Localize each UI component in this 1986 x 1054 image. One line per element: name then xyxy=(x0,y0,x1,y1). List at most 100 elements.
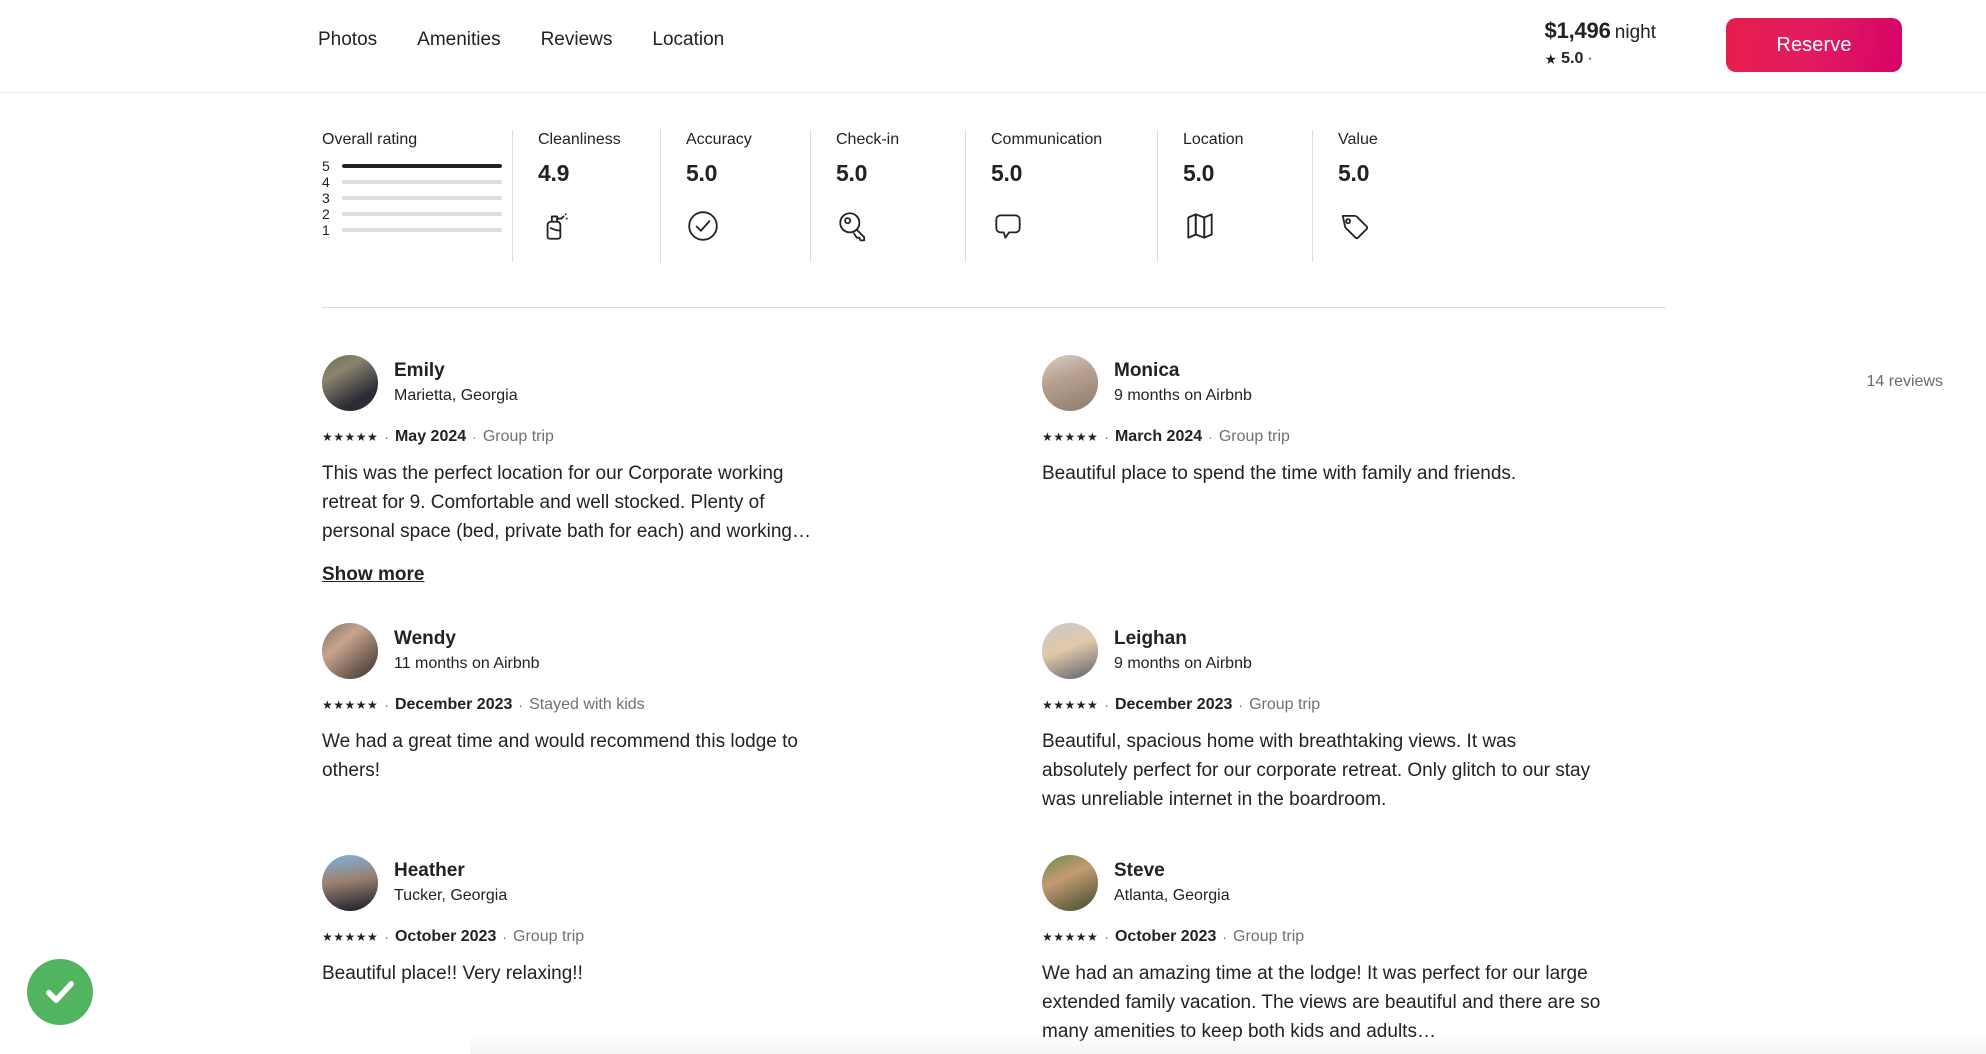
category-score: 5.0 xyxy=(1338,160,1370,186)
category-score: 5.0 xyxy=(836,160,868,186)
reviews-grid: Emily Marietta, Georgia ★★★★★ · May 2024… xyxy=(322,355,1666,1046)
rating-bar-row: 2 xyxy=(322,206,502,222)
review-header: Monica 9 months on Airbnb xyxy=(1042,355,1666,411)
rating-summary: ★ 5.0 · 14 reviews xyxy=(1545,49,1943,390)
review-header: Heather Tucker, Georgia xyxy=(322,855,946,911)
reviewer-name: Monica xyxy=(1114,360,1180,381)
review-card: Wendy 11 months on Airbnb ★★★★★ · Decemb… xyxy=(322,623,946,855)
rating-bar-row: 4 xyxy=(322,174,502,190)
meta-separator: · xyxy=(384,429,389,445)
rating-category-accuracy: Accuracy 5.0 xyxy=(660,130,810,265)
success-check-icon xyxy=(46,981,74,1003)
reviewer-subtitle: 9 months on Airbnb xyxy=(1114,387,1252,404)
rating-bar-row: 1 xyxy=(322,222,502,238)
check-circle-icon xyxy=(686,209,720,243)
review-card: Heather Tucker, Georgia ★★★★★ · October … xyxy=(322,855,946,1046)
meta-separator: · xyxy=(384,697,389,713)
overall-rating-title: Overall rating xyxy=(322,131,418,148)
meta-separator: · xyxy=(1222,929,1228,945)
category-title: Communication xyxy=(991,131,1103,148)
review-card: Steve Atlanta, Georgia ★★★★★ · October 2… xyxy=(1042,855,1666,1046)
show-more-button[interactable]: Show more xyxy=(322,564,424,586)
rating-category-location: Location 5.0 xyxy=(1157,130,1312,265)
spray-bottle-icon xyxy=(538,209,572,243)
rating-bar-track xyxy=(342,212,502,216)
review-date: October 2023 xyxy=(394,928,497,945)
review-meta: ★★★★★ · December 2023 · Stayed with kids xyxy=(322,695,946,715)
meta-separator: · xyxy=(1208,429,1213,445)
review-date: May 2024 xyxy=(394,428,467,445)
nav-link-photos[interactable]: Photos xyxy=(318,28,377,52)
reserve-button[interactable]: Reserve xyxy=(1726,18,1902,72)
meta-separator: · xyxy=(1587,49,1593,67)
reviewer-subtitle: Marietta, Georgia xyxy=(394,387,518,404)
listing-reviews-page: Photos Amenities Reviews Location $1,496… xyxy=(0,0,1986,1054)
rating-bar-label: 4 xyxy=(322,174,330,190)
reviewer-identity: Wendy 11 months on Airbnb xyxy=(394,627,540,675)
meta-separator: · xyxy=(1238,697,1244,713)
avatar[interactable] xyxy=(1042,855,1098,911)
avatar[interactable] xyxy=(322,355,378,411)
price-summary: $1,496 night ★ 5.0 · 14 reviews xyxy=(1545,18,1943,390)
nav-link-location[interactable]: Location xyxy=(652,28,724,52)
price-tag-icon xyxy=(1338,209,1372,243)
reviewer-subtitle: 9 months on Airbnb xyxy=(1114,655,1252,672)
avatar[interactable] xyxy=(1042,355,1098,411)
review-trip-type: Group trip xyxy=(1249,696,1321,713)
review-header: Steve Atlanta, Georgia xyxy=(1042,855,1666,911)
category-score: 4.9 xyxy=(538,160,570,186)
review-trip-type: Group trip xyxy=(1233,928,1305,945)
meta-separator: · xyxy=(1104,929,1109,945)
category-title: Check-in xyxy=(836,131,900,148)
category-score: 5.0 xyxy=(686,160,718,186)
star-rating-icon: ★★★★★ xyxy=(1042,430,1099,444)
meta-separator: · xyxy=(472,429,477,445)
review-date: December 2023 xyxy=(1114,696,1233,713)
reviews-count-link[interactable]: 14 reviews xyxy=(1867,373,1986,391)
avatar[interactable] xyxy=(322,623,378,679)
category-title: Value xyxy=(1338,131,1378,148)
meta-separator: · xyxy=(502,929,508,945)
review-meta: ★★★★★ · October 2023 · Group trip xyxy=(322,927,946,947)
review-date: October 2023 xyxy=(1114,928,1217,945)
ratings-breakdown: Overall rating 5 4 3 2 1 Cleanliness 4.9… xyxy=(322,130,1666,265)
rating-bar-label: 2 xyxy=(322,206,330,222)
rating-category-communication: Communication 5.0 xyxy=(965,130,1157,265)
review-trip-type: Stayed with kids xyxy=(529,696,645,713)
reviewer-subtitle: Tucker, Georgia xyxy=(394,887,508,904)
rating-bar-label: 1 xyxy=(322,222,330,238)
key-icon xyxy=(836,209,870,243)
category-score: 5.0 xyxy=(991,160,1023,186)
rating-bar-row: 5 xyxy=(322,158,502,174)
review-trip-type: Group trip xyxy=(513,928,585,945)
reviewer-name: Heather xyxy=(394,860,465,881)
avatar[interactable] xyxy=(1042,623,1098,679)
category-title: Cleanliness xyxy=(538,131,621,148)
review-text: Beautiful, spacious home with breathtaki… xyxy=(1042,731,1591,810)
rating-bar-track xyxy=(342,196,502,200)
star-rating-icon: ★★★★★ xyxy=(322,698,379,712)
review-date: December 2023 xyxy=(394,696,513,713)
star-rating-icon: ★★★★★ xyxy=(1042,930,1099,944)
rating-bar-track xyxy=(342,164,502,168)
nav-link-reviews[interactable]: Reviews xyxy=(541,28,613,52)
review-text: This was the perfect location for our Co… xyxy=(322,463,811,542)
reviewer-identity: Heather Tucker, Georgia xyxy=(394,859,507,907)
meta-separator: · xyxy=(518,697,524,713)
star-rating-icon: ★★★★★ xyxy=(1042,698,1099,712)
reviewer-name: Emily xyxy=(394,360,445,381)
review-text: Beautiful place!! Very relaxing!! xyxy=(322,963,583,984)
review-trip-type: Group trip xyxy=(1218,428,1290,445)
category-score: 5.0 xyxy=(1183,160,1215,186)
rating-value: 5.0 xyxy=(1561,49,1584,67)
review-text: We had a great time and would recommend … xyxy=(322,731,798,781)
review-meta: ★★★★★ · December 2023 · Group trip xyxy=(1042,695,1666,715)
overall-rating-column: Overall rating 5 4 3 2 1 xyxy=(322,130,512,265)
nav-link-amenities[interactable]: Amenities xyxy=(417,28,500,52)
review-text: Beautiful place to spend the time with f… xyxy=(1042,463,1517,484)
rating-category-cleanliness: Cleanliness 4.9 xyxy=(512,130,660,265)
price-unit: night xyxy=(1614,22,1656,43)
star-rating-icon: ★★★★★ xyxy=(322,930,379,944)
review-card: Leighan 9 months on Airbnb ★★★★★ · Decem… xyxy=(1042,623,1666,855)
avatar[interactable] xyxy=(322,855,378,911)
